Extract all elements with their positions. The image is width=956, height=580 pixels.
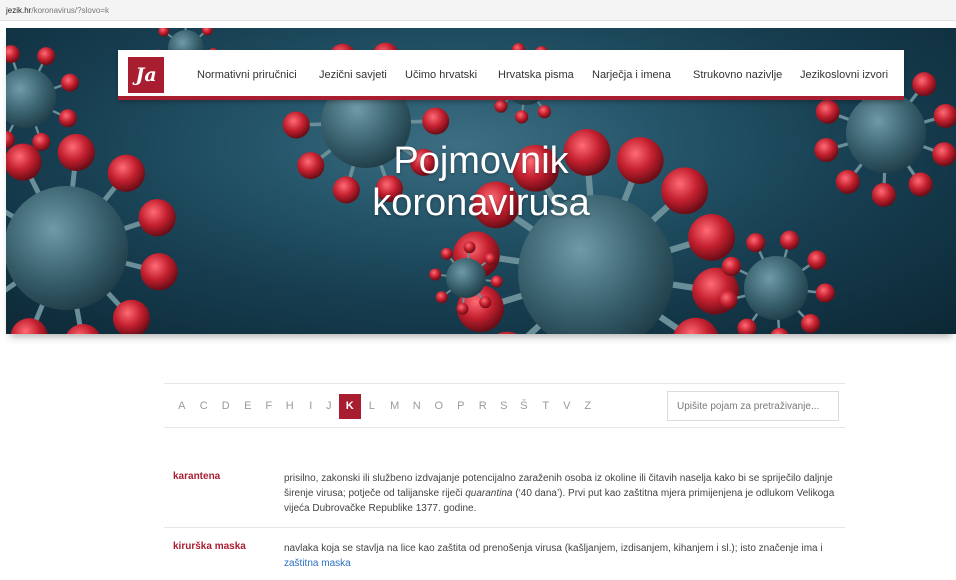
- nav-item-hrvatska-pisma[interactable]: Hrvatska pisma: [498, 50, 574, 100]
- nav-item-jezicni-savjeti[interactable]: Jezični savjeti: [319, 50, 387, 100]
- nav-item-jezikoslovni-izvori[interactable]: Jezikoslovni izvori: [800, 50, 888, 100]
- letter-n[interactable]: N: [410, 394, 424, 419]
- letter-s-caron[interactable]: Š: [517, 394, 531, 419]
- letter-l[interactable]: L: [365, 394, 379, 419]
- nav-item-narjecja-i-imena[interactable]: Narječja i imena: [592, 50, 671, 100]
- entry-term: karantena: [173, 471, 221, 482]
- letter-v[interactable]: V: [560, 394, 574, 419]
- main-navigation: Ja Normativni priručnici Jezični savjeti…: [118, 50, 904, 100]
- letter-s[interactable]: S: [497, 394, 511, 419]
- letter-r[interactable]: R: [476, 394, 490, 419]
- letter-f[interactable]: F: [262, 394, 276, 419]
- page-title-line1: Pojmovnik: [393, 140, 569, 182]
- entry-divider: [164, 527, 845, 528]
- letter-z[interactable]: Z: [581, 394, 595, 419]
- site-logo[interactable]: Ja: [128, 57, 164, 93]
- letter-j[interactable]: J: [323, 394, 335, 419]
- url-host: jezik.hr: [6, 6, 32, 15]
- browser-url-bar[interactable]: jezik.hr/koronavirus/?slovo=k: [0, 0, 956, 21]
- definition-text: navlaka koja se stavlja na lice kao zašt…: [284, 543, 823, 554]
- search-input[interactable]: [667, 391, 839, 421]
- letter-d[interactable]: D: [219, 394, 233, 419]
- alphabet-filter-bar: A C D E F H I J K L M N O P R S Š T V Z: [164, 383, 845, 428]
- letter-i[interactable]: I: [305, 394, 317, 419]
- letter-p[interactable]: P: [454, 394, 468, 419]
- nav-item-ucimo-hrvatski[interactable]: Učimo hrvatski: [405, 50, 477, 100]
- letter-m[interactable]: M: [387, 394, 403, 419]
- letter-a[interactable]: A: [174, 394, 190, 419]
- hero-banner: Ja Normativni priručnici Jezični savjeti…: [6, 28, 956, 334]
- letter-e[interactable]: E: [241, 394, 255, 419]
- letter-k-active[interactable]: K: [339, 394, 361, 419]
- letter-h[interactable]: H: [283, 394, 297, 419]
- page-title-line2: koronavirusa: [372, 182, 590, 224]
- nav-item-strukovno-nazivlje[interactable]: Strukovno nazivlje: [693, 50, 782, 100]
- definition-link[interactable]: zaštitna maska: [284, 558, 351, 569]
- letter-c[interactable]: C: [197, 394, 211, 419]
- entry-definition: navlaka koja se stavlja na lice kao zašt…: [284, 541, 840, 571]
- entry-definition: prisilno, zakonski ili službeno izdvajan…: [284, 471, 840, 516]
- definition-italic-word: quarantina: [465, 488, 513, 499]
- letter-o[interactable]: O: [432, 394, 446, 419]
- nav-item-normativni-prirucnici[interactable]: Normativni priručnici: [197, 50, 297, 100]
- url-path: /koronavirus/?slovo=k: [31, 6, 109, 15]
- entry-term: kirurška maska: [173, 541, 246, 552]
- page-title: Pojmovnik koronavirusa: [6, 140, 956, 224]
- letter-t[interactable]: T: [539, 394, 553, 419]
